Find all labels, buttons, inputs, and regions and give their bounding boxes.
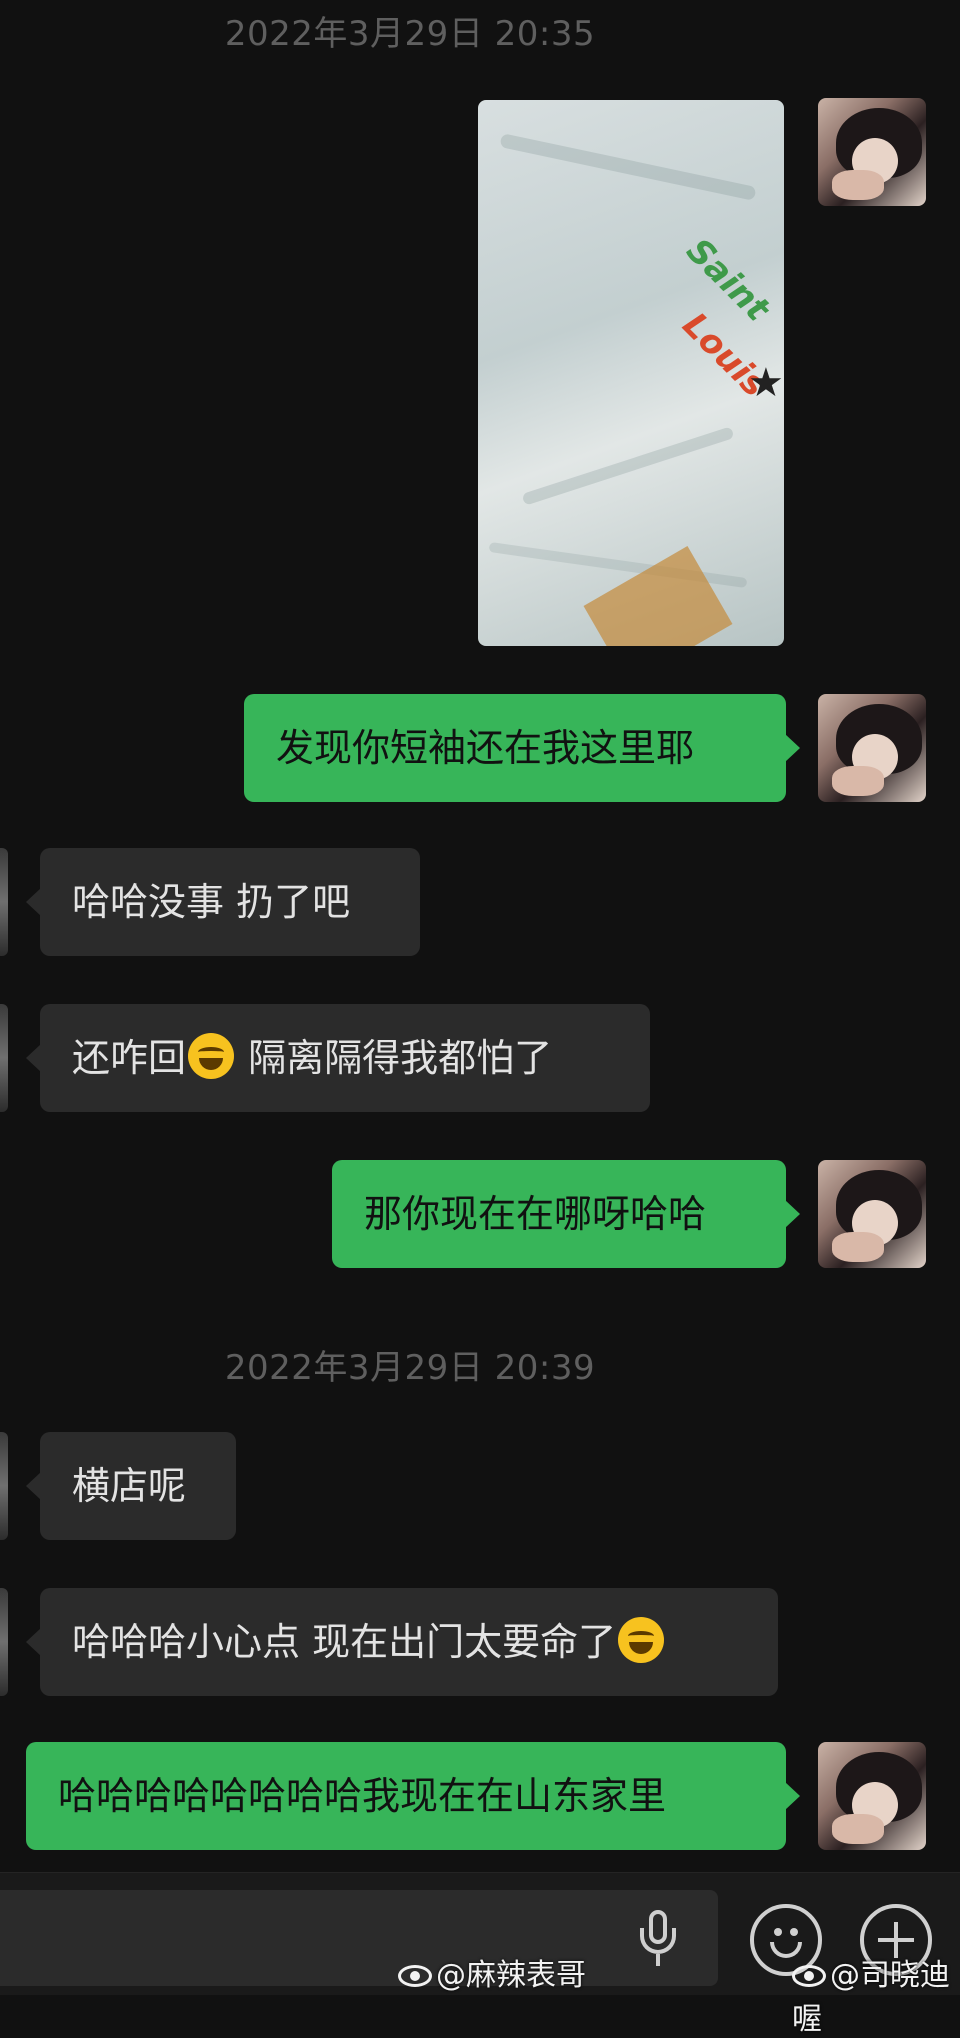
joy-emoji-icon (618, 1617, 665, 1663)
message-bubble-in[interactable]: 哈哈没事 扔了吧 (26, 848, 420, 956)
watermark-2: @司晓迪喔 (792, 1958, 950, 2037)
message-bubble-in[interactable]: 哈哈哈小心点 现在出门太要命了 (26, 1588, 778, 1696)
message-text: 哈哈哈小心点 现在出门太要命了 (72, 1620, 617, 1664)
avatar[interactable] (818, 98, 926, 206)
message-bubble-out[interactable]: 发现你短袖还在我这里耶 (244, 694, 800, 802)
contact-avatar[interactable] (0, 1588, 8, 1696)
weibo-icon (398, 1965, 432, 1987)
avatar[interactable] (818, 694, 926, 802)
message-bubble-in[interactable]: 横店呢 (26, 1432, 236, 1540)
message-text: 隔离隔得我都怕了 (236, 1036, 553, 1080)
contact-avatar[interactable] (0, 848, 8, 956)
watermark-1: @麻辣表哥 (398, 1950, 586, 1994)
microphone-icon[interactable] (636, 1910, 680, 1970)
timestamp-2: 2022年3月29日 20:39 (224, 1348, 596, 1388)
message-bubble-in[interactable]: 还咋回 隔离隔得我都怕了 (26, 1004, 650, 1112)
photo-message[interactable]: Saint Louis ★ (478, 100, 784, 646)
star-icon: ★ (748, 360, 784, 406)
message-bubble-out[interactable]: 哈哈哈哈哈哈哈哈我现在在山东家里 (26, 1742, 800, 1850)
contact-avatar[interactable] (0, 1432, 8, 1540)
shirt-fold (521, 426, 735, 506)
shirt-fold (499, 133, 757, 201)
message-text: 还咋回 (72, 1036, 187, 1080)
message-input[interactable] (0, 1890, 718, 1986)
joy-emoji-icon (188, 1033, 235, 1079)
contact-avatar[interactable] (0, 1004, 8, 1112)
weibo-icon (792, 1965, 826, 1987)
avatar[interactable] (818, 1160, 926, 1268)
shirt-fold (488, 541, 748, 589)
timestamp-1: 2022年3月29日 20:35 (224, 14, 596, 54)
message-bubble-out[interactable]: 那你现在在哪呀哈哈 (332, 1160, 800, 1268)
avatar[interactable] (818, 1742, 926, 1850)
